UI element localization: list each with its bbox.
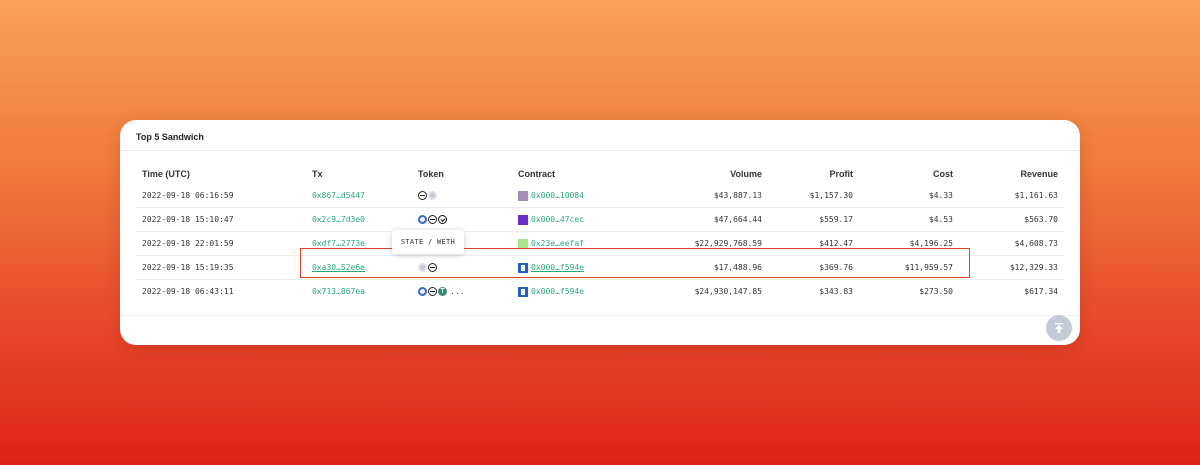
contract-link[interactable]: 0x000…47cec <box>531 215 584 224</box>
green-t-token-icon[interactable]: T <box>438 287 447 296</box>
header-profit: Profit <box>829 169 854 179</box>
contract-avatar-icon <box>518 214 528 225</box>
card-footer-divider <box>120 315 1080 316</box>
profit-cell: $559.17 <box>768 207 859 232</box>
volume-cell: $47,664.44 <box>652 207 768 232</box>
contract-cell: 0x000…10084 <box>518 190 646 201</box>
time-cell: 2022-09-18 15:19:35 <box>136 255 306 280</box>
header-cost: Cost <box>933 169 953 179</box>
token-icons <box>418 263 506 272</box>
grey-token-icon[interactable] <box>418 263 427 272</box>
contract-cell: 0x000…f594e <box>518 286 646 297</box>
scroll-to-top-button[interactable] <box>1046 315 1072 341</box>
cost-cell: $4,196.25 <box>859 231 959 256</box>
revenue-cell: $4,608.73 <box>959 231 1064 256</box>
volume-cell: $24,930,147.85 <box>652 279 768 303</box>
cost-cell: $11,959.57 <box>859 255 959 280</box>
cost-cell: $4.53 <box>859 207 959 232</box>
contract-cell: 0x000…47cec <box>518 214 646 225</box>
table-row: 2022-09-18 06:43:11 0x713…867ea T ... 0x… <box>136 279 1064 303</box>
header-time: Time (UTC) <box>142 169 190 179</box>
contract-link[interactable]: 0x000…f594e <box>531 287 584 296</box>
dark-token-icon[interactable] <box>428 287 437 296</box>
token-icons <box>418 215 506 224</box>
card-title: Top 5 Sandwich <box>136 132 204 142</box>
contract-link[interactable]: 0x23e…eefaf <box>531 239 584 248</box>
volume-cell: $22,929,768.59 <box>652 231 768 256</box>
tx-link[interactable]: 0x713…867ea <box>312 287 365 296</box>
grey-token-icon[interactable] <box>428 191 437 200</box>
profit-cell: $369.76 <box>768 255 859 280</box>
arrow-up-icon <box>1055 323 1063 333</box>
time-cell: 2022-09-18 22:01:59 <box>136 231 306 256</box>
cost-cell: $273.50 <box>859 279 959 303</box>
contract-avatar-icon <box>518 286 528 297</box>
dark-token-icon[interactable] <box>418 191 427 200</box>
tx-link[interactable]: 0x2c9…7d3e0 <box>312 215 365 224</box>
contract-link[interactable]: 0x000…f594e <box>531 263 584 272</box>
token-icons <box>418 191 506 200</box>
contract-cell: 0x23e…eefaf <box>518 238 646 249</box>
volume-cell: $43,887.13 <box>713 191 762 200</box>
table-header-row: Time (UTC) Tx Token Contract Volume Prof… <box>136 164 1064 184</box>
revenue-cell: $617.34 <box>959 279 1064 303</box>
table-row: 2022-09-18 06:16:59 0x867…d5447 0x000…10… <box>136 184 1064 208</box>
more-tokens-indicator[interactable]: ... <box>450 287 464 296</box>
profit-cell: $343.83 <box>768 279 859 303</box>
revenue-cell: $12,329.33 <box>959 255 1064 280</box>
header-token: Token <box>418 169 444 179</box>
time-cell: 2022-09-18 15:10:47 <box>136 207 306 232</box>
token-tooltip: STATE / WETH <box>392 230 464 254</box>
contract-avatar-icon <box>518 238 528 249</box>
tx-link[interactable]: 0xdf7…2773e <box>312 239 365 248</box>
time-cell: 2022-09-18 06:43:11 <box>136 279 306 303</box>
dark-token-icon[interactable] <box>428 263 437 272</box>
header-tx: Tx <box>312 169 323 179</box>
cost-cell: $4.33 <box>928 191 953 200</box>
contract-link[interactable]: 0x000…10084 <box>531 191 584 200</box>
header-contract: Contract <box>518 169 556 179</box>
header-volume: Volume <box>730 169 762 179</box>
contract-avatar-icon <box>518 262 528 273</box>
blue-token-icon[interactable] <box>418 215 427 224</box>
title-divider <box>120 150 1080 151</box>
profit-cell: $1,157.30 <box>809 191 853 200</box>
revenue-cell: $563.70 <box>959 207 1064 232</box>
blue-token-icon[interactable] <box>418 287 427 296</box>
table-row: 2022-09-18 22:01:59 0xdf7…2773e 0x23e…ee… <box>136 231 1064 256</box>
header-revenue: Revenue <box>1020 169 1058 179</box>
token-icons: T ... <box>418 287 506 296</box>
table-row-highlighted: 2022-09-18 15:19:35 0xa30…52e6e 0x000…f5… <box>136 255 1064 280</box>
tx-link[interactable]: 0x867…d5447 <box>312 191 365 200</box>
profit-cell: $412.47 <box>768 231 859 256</box>
tx-link[interactable]: 0xa30…52e6e <box>312 263 365 272</box>
table-row: 2022-09-18 15:10:47 0x2c9…7d3e0 0x000…47… <box>136 207 1064 232</box>
dark-token-icon[interactable] <box>428 215 437 224</box>
revenue-cell: $1,161.63 <box>1014 191 1058 200</box>
top-sandwich-card: Top 5 Sandwich Time (UTC) Tx Token Contr… <box>120 120 1080 345</box>
time-cell: 2022-09-18 06:16:59 <box>142 191 234 200</box>
sandwich-table: Time (UTC) Tx Token Contract Volume Prof… <box>136 164 1064 303</box>
contract-avatar-icon <box>518 190 528 201</box>
volume-cell: $17,488.96 <box>652 255 768 280</box>
contract-cell: 0x000…f594e <box>518 262 646 273</box>
check-token-icon[interactable] <box>438 215 447 224</box>
